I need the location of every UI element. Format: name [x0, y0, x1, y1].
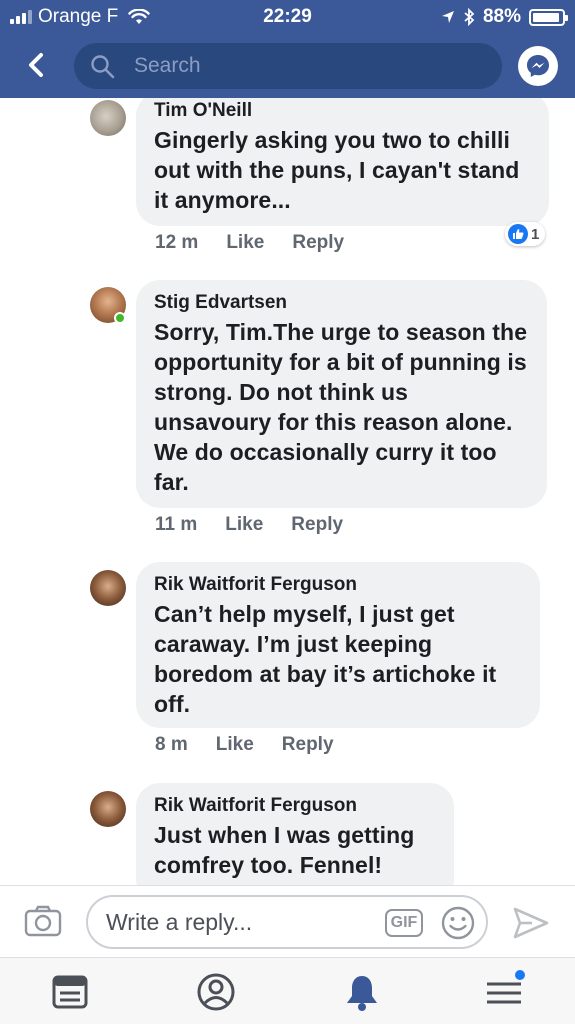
comment-bubble: Rik Waitforit Ferguson Just when I was g…	[136, 783, 454, 885]
like-button[interactable]: Like	[225, 514, 263, 536]
comment-bubble: Stig Edvartsen Sorry, Tim.The urge to se…	[136, 280, 547, 508]
reply-button[interactable]: Reply	[291, 514, 343, 536]
reply-button[interactable]: Reply	[292, 232, 344, 254]
camera-icon[interactable]	[24, 905, 62, 937]
comment-timestamp[interactable]: 11 m	[155, 514, 197, 536]
search-bar[interactable]	[74, 43, 502, 89]
comment-timestamp[interactable]: 8 m	[155, 734, 188, 756]
thumbs-up-icon	[508, 224, 528, 244]
online-status-icon	[114, 312, 126, 324]
top-bar: Orange F 22:29 88%	[0, 0, 575, 98]
reply-field[interactable]: GIF	[86, 895, 488, 949]
comment-actions: 8 m Like Reply	[155, 734, 334, 756]
back-chevron-icon[interactable]	[22, 50, 52, 80]
search-icon	[91, 55, 115, 79]
comment-text: Can’t help myself, I just get caraway. I…	[154, 601, 497, 717]
comment-timestamp[interactable]: 12 m	[155, 232, 198, 254]
gif-button[interactable]: GIF	[385, 909, 423, 937]
messenger-icon	[527, 55, 549, 77]
reply-composer: GIF	[0, 885, 575, 957]
comment-author[interactable]: Rik Waitforit Ferguson	[154, 795, 436, 817]
location-arrow-icon	[441, 11, 454, 23]
comment-author[interactable]: Stig Edvartsen	[154, 292, 529, 314]
battery-icon	[529, 8, 568, 26]
battery-percent: 88%	[482, 6, 521, 27]
profile-icon[interactable]	[196, 972, 236, 1012]
comment-text: Gingerly asking you two to chilli out wi…	[154, 127, 520, 213]
comment-author[interactable]: Tim O'Neill	[154, 100, 531, 122]
notifications-icon[interactable]	[342, 972, 382, 1012]
messenger-button[interactable]	[518, 46, 558, 86]
avatar[interactable]	[90, 100, 126, 136]
reply-input[interactable]	[106, 907, 376, 937]
smiley-icon[interactable]	[440, 905, 476, 941]
news-feed-icon[interactable]	[50, 972, 90, 1012]
comment-bubble: Rik Waitforit Ferguson Can’t help myself…	[136, 562, 540, 728]
comment-text: Just when I was getting comfrey too. Fen…	[154, 822, 415, 878]
status-bar: Orange F 22:29 88%	[0, 0, 575, 34]
like-button[interactable]: Like	[226, 232, 264, 254]
comment-thread: Tim O'Neill Gingerly asking you two to c…	[0, 98, 575, 885]
menu-notification-dot	[515, 970, 525, 980]
comment-bubble: Tim O'Neill Gingerly asking you two to c…	[136, 98, 549, 226]
reaction-count: 1	[531, 225, 540, 243]
comment-text: Sorry, Tim.The urge to season the opport…	[154, 319, 528, 495]
like-button[interactable]: Like	[216, 734, 254, 756]
search-input[interactable]	[134, 51, 484, 81]
bottom-tab-bar	[0, 957, 575, 1024]
comment-author[interactable]: Rik Waitforit Ferguson	[154, 574, 522, 596]
avatar[interactable]	[90, 791, 126, 827]
avatar[interactable]	[90, 570, 126, 606]
comment-actions: 12 m Like Reply	[155, 232, 344, 254]
send-icon[interactable]	[512, 906, 550, 940]
reaction-badge[interactable]: 1	[505, 222, 546, 246]
reply-button[interactable]: Reply	[282, 734, 334, 756]
bluetooth-icon	[464, 8, 475, 26]
comment-actions: 11 m Like Reply	[155, 514, 343, 536]
